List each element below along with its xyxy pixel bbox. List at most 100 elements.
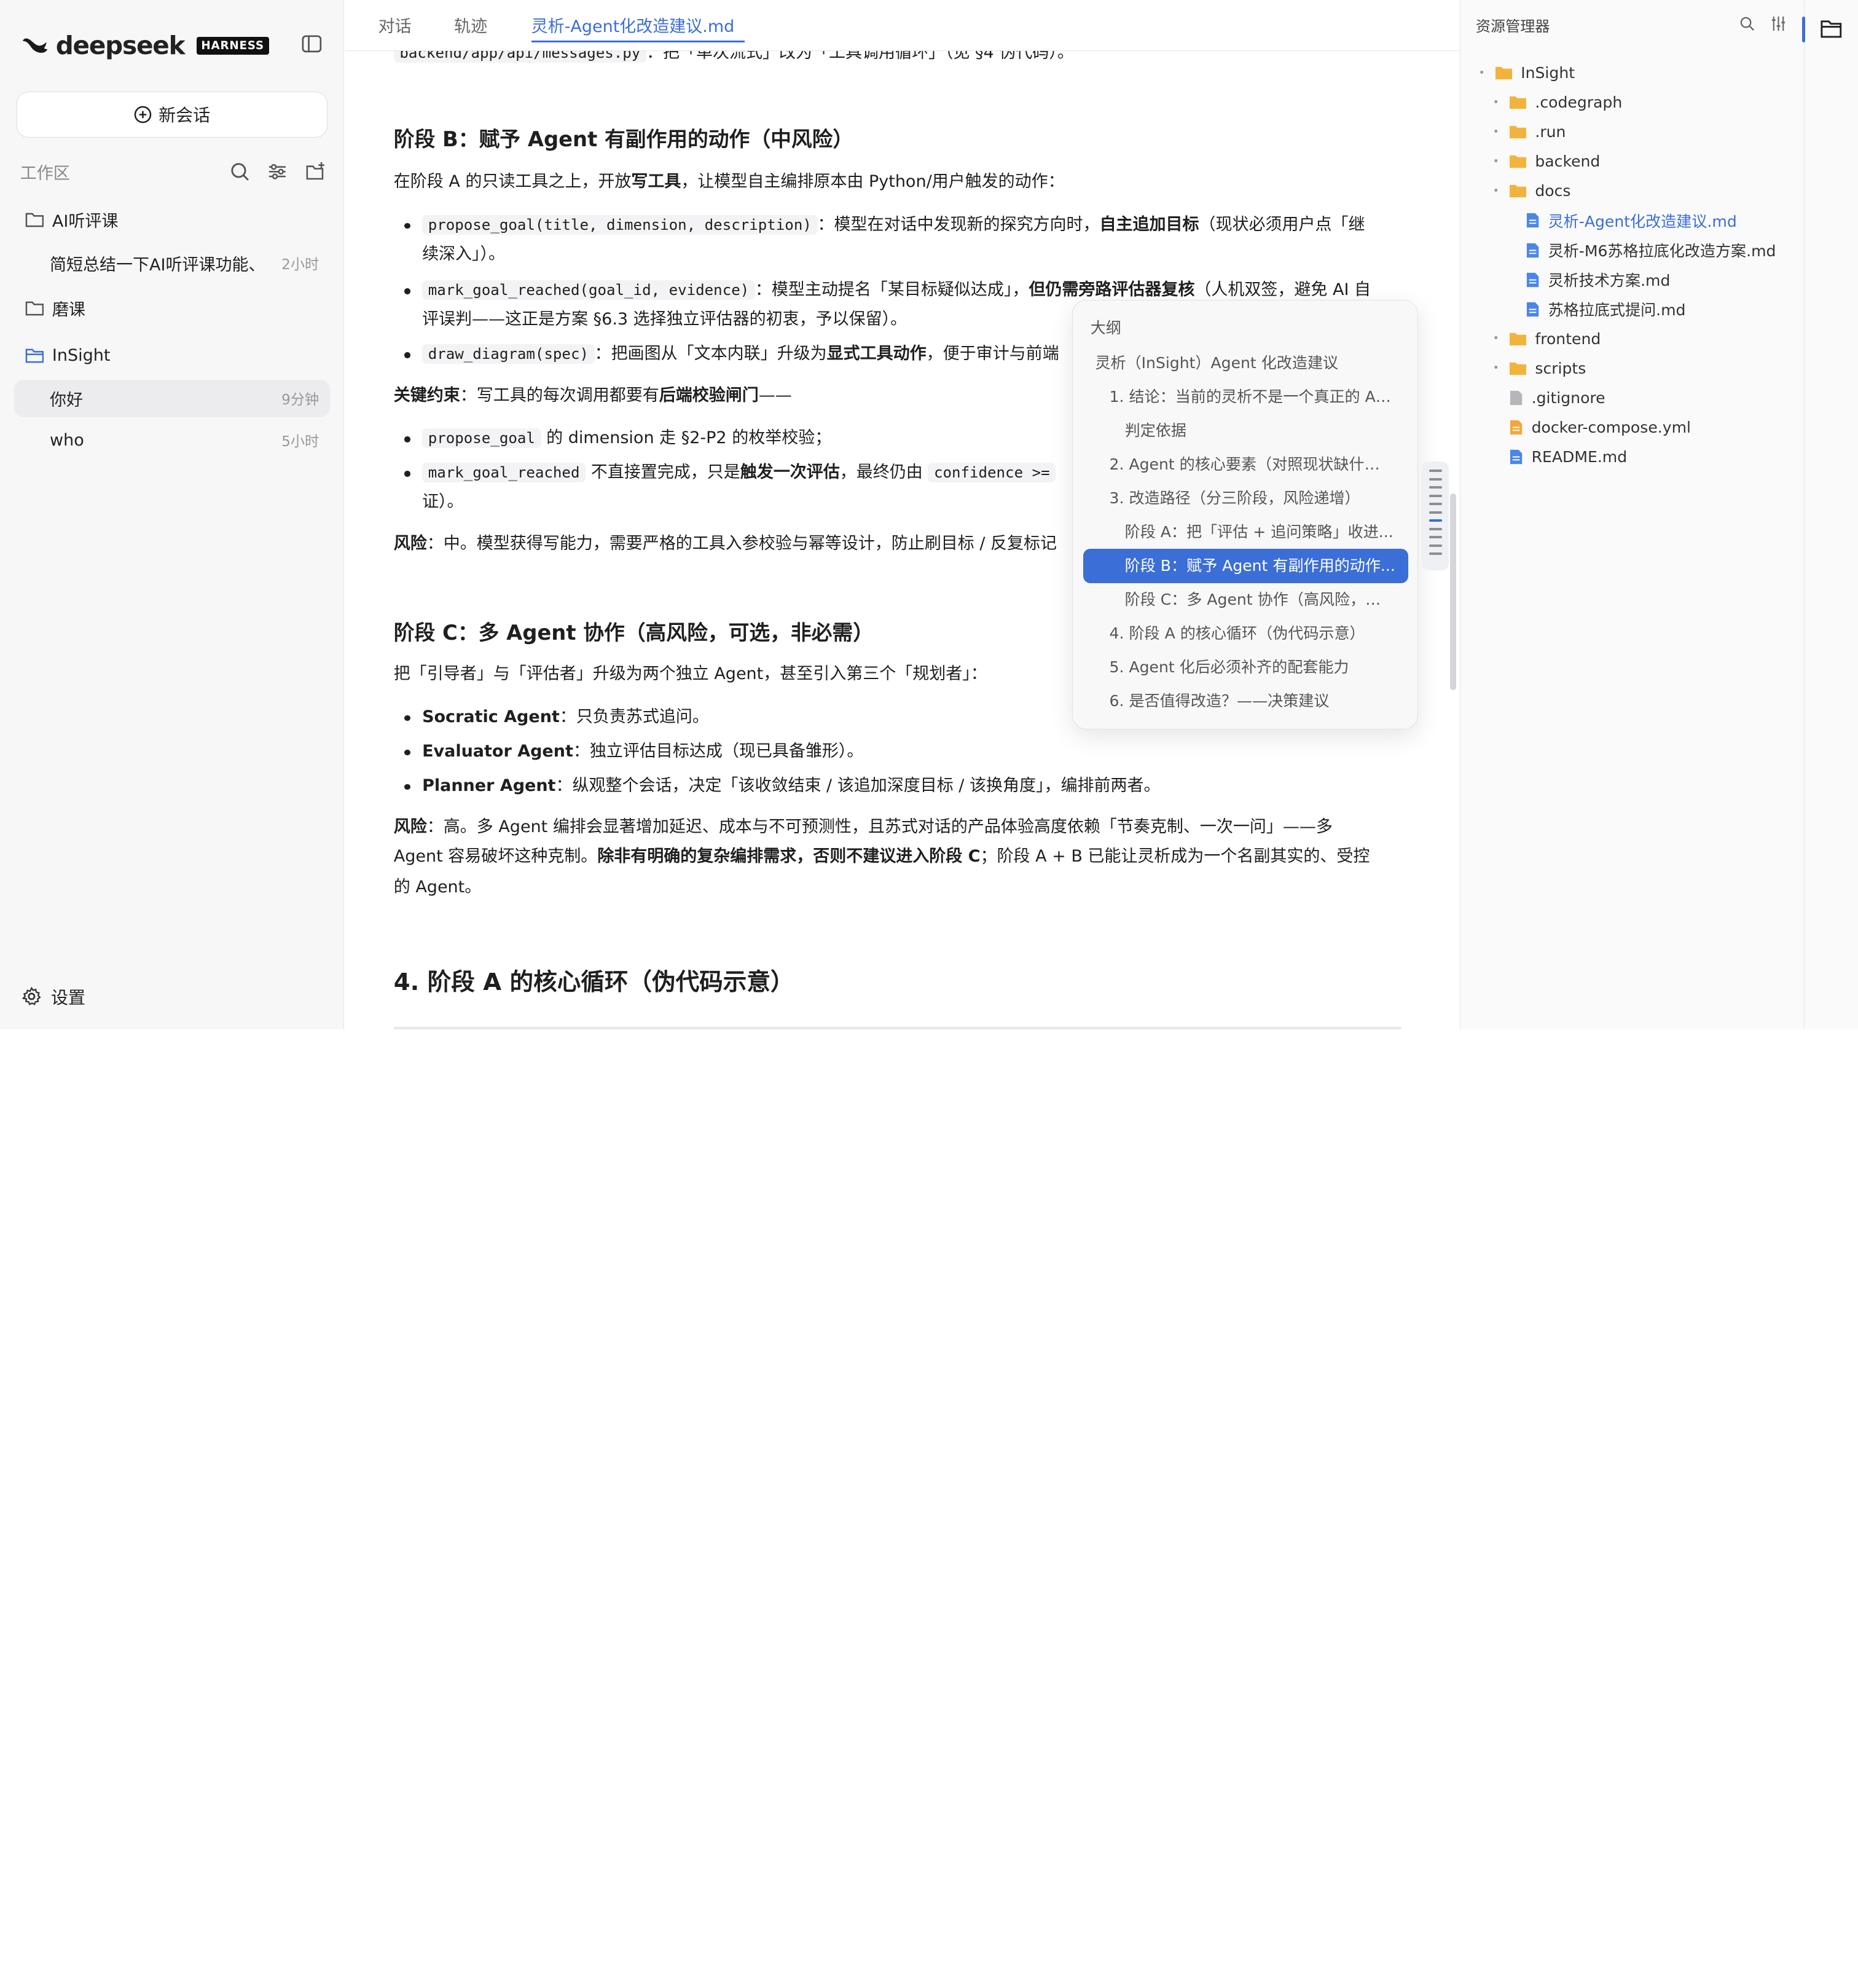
tree-folder[interactable]: • frontend [1491, 324, 1601, 353]
chat-time: 9分钟 [281, 392, 319, 409]
chevron-icon[interactable]: • [1477, 67, 1486, 79]
heading-stage-b: 阶段 B：赋予 Agent 有副作用的动作（中风险） [393, 127, 854, 151]
list-item: Evaluator Agent：独立评估目标达成（现已具备雏形）。 [394, 737, 863, 766]
settings-button[interactable]: 设置 [22, 984, 85, 1009]
tree-file[interactable]: README.md [1491, 442, 1627, 471]
outline-item[interactable]: 阶段 C：多 Agent 协作（高风险，可... [1125, 583, 1395, 617]
tree-file[interactable]: 灵析-M6苏格拉底化改造方案.md [1508, 235, 1776, 265]
outline-item[interactable]: 2. Agent 的核心要素（对照现状缺什么） [1110, 447, 1395, 482]
scrollbar-thumb[interactable] [1450, 493, 1457, 691]
tree-label: backend [1535, 152, 1601, 171]
tree-folder[interactable]: • .run [1491, 117, 1566, 147]
workspace-folder-moke[interactable]: 磨课 [14, 289, 329, 328]
search-icon[interactable] [1739, 15, 1755, 32]
tab-chat[interactable]: 对话 [378, 13, 412, 37]
paragraph: 在阶段 A 的只读工具之上，开放写工具，让模型自主编排原本由 Python/用户… [393, 172, 1065, 192]
minimap-line [1429, 486, 1442, 489]
workspace-folder-insight[interactable]: InSight [14, 337, 329, 375]
minimap-line [1429, 552, 1442, 556]
paragraph: 风险：中。模型获得写能力，需要严格的工具入参校验与幂等设计，防止刷目标 / 反复… [393, 533, 1057, 553]
paragraph: 关键约束：写工具的每次调用都要有后端校验闸门—— [393, 385, 792, 405]
file-icon [1509, 390, 1523, 406]
tree-folder[interactable]: • .codegraph [1491, 88, 1623, 117]
tree-folder[interactable]: • docs [1491, 176, 1571, 206]
outline-item[interactable]: 判定依据 [1125, 414, 1395, 448]
folder-icon [1509, 95, 1527, 110]
minimap-line [1429, 511, 1442, 514]
folder-icon [1509, 183, 1527, 198]
tree-folder[interactable]: • scripts [1491, 353, 1586, 383]
tree-file[interactable]: 苏格拉底式提问.md [1508, 294, 1685, 324]
plus-circle-icon [134, 106, 151, 124]
outline-item[interactable]: 3. 改造路径（分三阶段，风险递增） [1110, 481, 1395, 516]
tree-file[interactable]: 灵析-Agent化改造建议.md [1508, 206, 1737, 235]
workspace-folder-ai-tingpingke[interactable]: AI听评课 [14, 200, 329, 238]
sidebar-toggle-icon[interactable] [301, 33, 323, 55]
list-item: Planner Agent：纵观整个会话，决定「该收敛结束 / 该追加深度目标 … [394, 771, 1161, 801]
outline-item[interactable]: 4. 阶段 A 的核心循环（伪代码示意） [1110, 616, 1395, 651]
chevron-icon[interactable]: • [1491, 362, 1500, 374]
new-chat-button[interactable]: 新会话 [17, 91, 327, 138]
filter-settings-icon[interactable] [267, 161, 288, 183]
chevron-icon[interactable]: • [1491, 332, 1500, 345]
search-icon[interactable] [229, 161, 251, 183]
outline-item-selected[interactable]: 阶段 B：赋予 Agent 有副作用的动作... [1083, 548, 1408, 583]
minimap-line [1429, 519, 1442, 522]
minimap-line [1429, 477, 1442, 481]
workspace-header: 工作区 [20, 160, 326, 184]
outline-item[interactable]: 5. Agent 化后必须补齐的配套能力 [1110, 650, 1395, 685]
paragraph-line: 的 Agent。 [393, 878, 482, 897]
outline-minimap[interactable] [1422, 461, 1449, 571]
tab-bar: 对话 轨迹 灵析-Agent化改造建议.md [345, 0, 1460, 51]
folder-label: AI听评课 [52, 211, 119, 231]
paragraph: 风险：高。多 Agent 编排会显著增加延迟、成本与不可预测性，且苏式对话的产品… [393, 817, 1333, 837]
chat-item[interactable]: who 5小时 [14, 421, 329, 459]
list-item-continuation: 续深入」）。 [422, 244, 506, 264]
settings-label: 设置 [50, 987, 85, 1008]
chevron-icon[interactable]: • [1491, 126, 1500, 138]
tree-label: .gitignore [1531, 388, 1605, 407]
chat-item[interactable]: 简短总结一下AI听评课功能、 2小时 [14, 245, 329, 283]
chat-item-active[interactable]: 你好 9分钟 [14, 379, 330, 418]
chat-time: 2小时 [281, 257, 319, 273]
tree-file[interactable]: docker-compose.yml [1491, 412, 1691, 442]
new-folder-icon[interactable] [305, 161, 326, 183]
outline-item[interactable]: 灵析（InSight）Agent 化改造建议 [1095, 346, 1395, 380]
tree-file[interactable]: 灵析技术方案.md [1508, 265, 1670, 294]
markdown-file-icon [1526, 212, 1540, 229]
tree-file[interactable]: .gitignore [1491, 383, 1605, 412]
list-item: propose_goal 的 dimension 走 §2-P2 的枚举校验； [394, 423, 831, 453]
list-item: mark_goal_reached 不直接置完成，只是触发一次评估，最终仍由 c… [394, 458, 1056, 487]
active-tab-indicator [531, 40, 745, 43]
app-window: deepseek HARNESS 新会话 工作区 AI听评课 简短总结一下AI听… [0, 0, 1858, 1030]
tab-trace[interactable]: 轨迹 [454, 13, 487, 37]
chevron-icon[interactable]: • [1491, 155, 1500, 168]
code-block-edge [393, 1027, 1402, 1030]
active-view-indicator [1801, 17, 1806, 43]
list-item-continuation: 证）。 [422, 492, 464, 512]
folder-icon [1509, 361, 1527, 376]
chevron-icon[interactable]: • [1491, 96, 1500, 109]
minimap-line [1429, 494, 1442, 497]
tree-label: 苏格拉底式提问.md [1548, 301, 1686, 320]
minimap-line [1429, 527, 1442, 530]
folder-view-icon[interactable] [1820, 19, 1843, 39]
tree-label: 灵析-M6苏格拉底化改造方案.md [1548, 242, 1776, 261]
tree-folder[interactable]: • backend [1491, 147, 1601, 176]
outline-item[interactable]: 阶段 A：把「评估 + 追问策略」收进... [1125, 515, 1395, 549]
tree-folder[interactable]: • InSight [1477, 58, 1575, 88]
minimap-line [1429, 544, 1442, 547]
tree-label: InSight [1521, 64, 1575, 82]
tree-label: frontend [1535, 329, 1601, 348]
outline-item[interactable]: 1. 结论：当前的灵析不是一个真正的 Ag... [1110, 380, 1395, 414]
tree-label: .codegraph [1535, 93, 1623, 112]
markdown-file-icon [1526, 242, 1540, 259]
chat-title: 你好 [50, 390, 84, 410]
tab-document[interactable]: 灵析-Agent化改造建议.md [531, 13, 735, 37]
outline-item[interactable]: 6. 是否值得改造？——决策建议 [1110, 684, 1395, 718]
tree-label: docs [1535, 182, 1571, 200]
filter-icon[interactable] [1770, 15, 1787, 32]
workspace-label: 工作区 [20, 164, 70, 184]
folder-icon [1509, 331, 1527, 347]
chevron-icon[interactable]: • [1491, 185, 1500, 197]
